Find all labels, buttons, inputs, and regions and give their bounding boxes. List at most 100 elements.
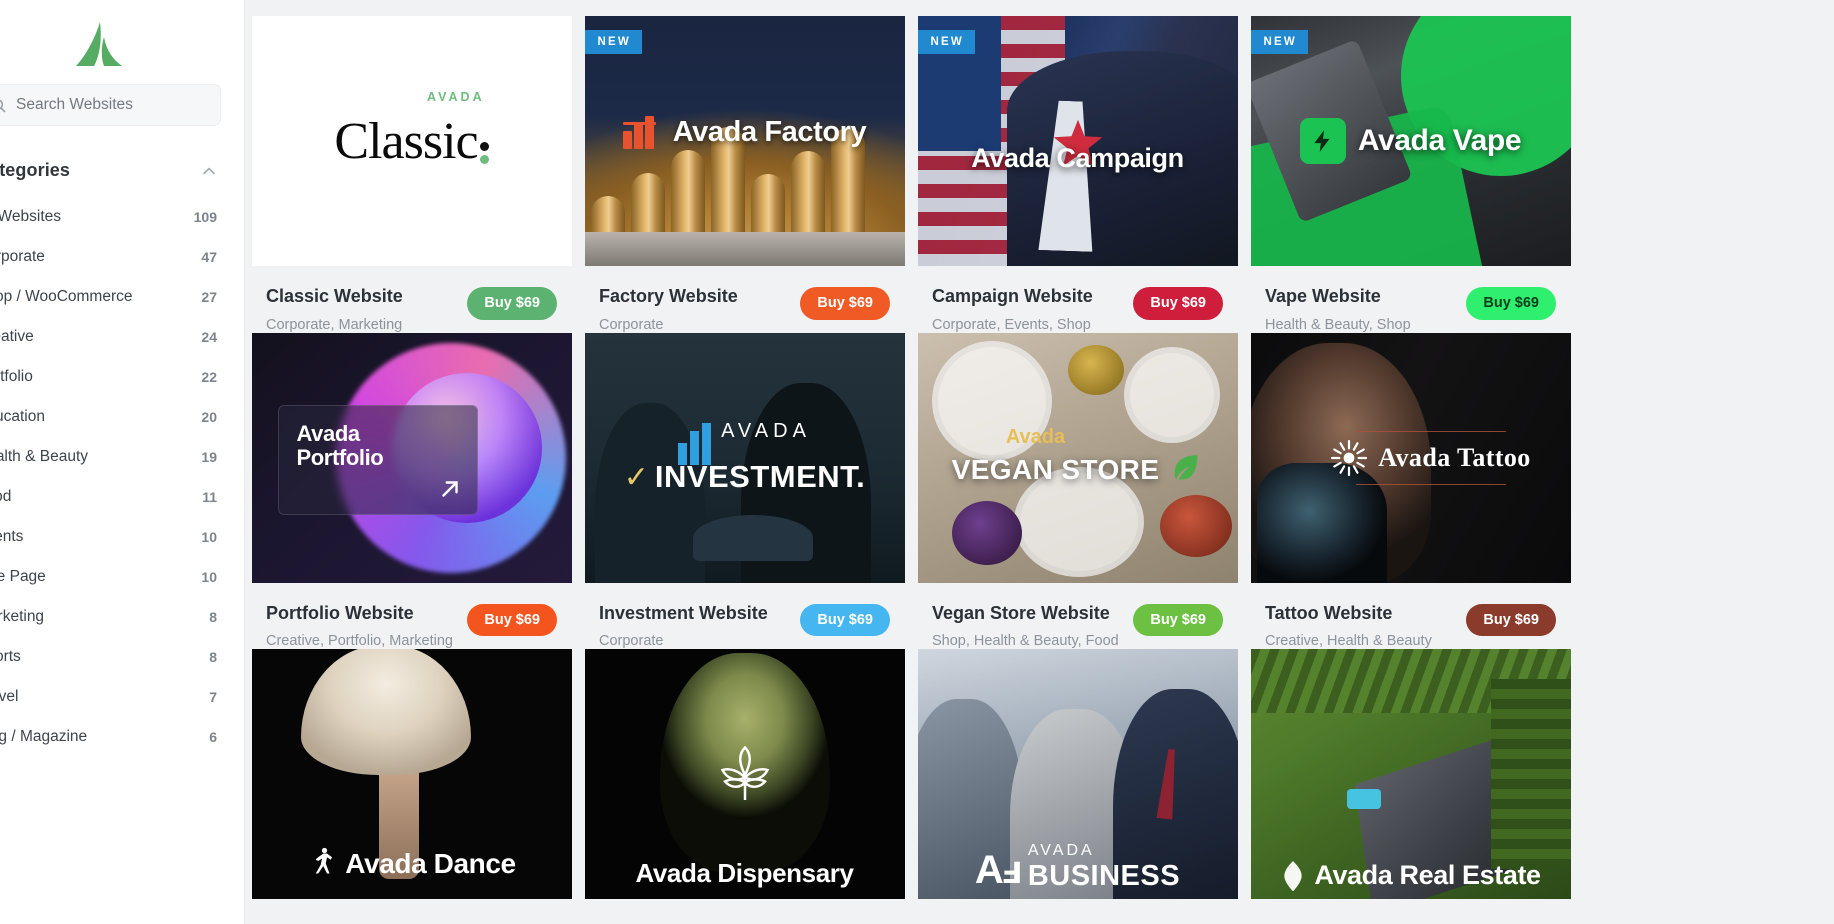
new-badge: NEW xyxy=(917,30,975,54)
demo-card-title[interactable]: Portfolio Website xyxy=(266,603,453,625)
avada-real-estate-thumbnail[interactable]: Avada Real Estate xyxy=(1250,649,1571,900)
buy-button[interactable]: Buy $69 xyxy=(800,603,890,637)
demo-card[interactable]: Avada Campaign NEW Campaign Website Corpor… xyxy=(912,16,1243,333)
category-item[interactable]: Events 10 xyxy=(0,517,221,557)
new-badge: NEW xyxy=(584,30,642,54)
category-item[interactable]: Travel 7 xyxy=(0,677,221,717)
demo-card-meta: Campaign Website Corporate, Events, Shop B… xyxy=(912,266,1243,333)
category-count: 19 xyxy=(201,449,217,465)
avada-vegan-store-thumbnail[interactable]: Avada VEGAN STORE xyxy=(917,332,1238,583)
demo-card-title[interactable]: Tattoo Website xyxy=(1265,603,1432,625)
demo-card[interactable]: Aⅎ AVADA BUSINESS xyxy=(912,649,1243,900)
brand-logo[interactable] xyxy=(0,0,221,76)
category-label: One Page xyxy=(0,568,46,585)
category-count: 20 xyxy=(201,409,217,425)
category-item[interactable]: Shop / WooCommerce 27 xyxy=(0,277,221,317)
buy-button[interactable]: Buy $69 xyxy=(1133,603,1223,637)
search-box[interactable] xyxy=(0,84,221,126)
category-label: Creative xyxy=(0,328,34,345)
buy-button[interactable]: Buy $69 xyxy=(1133,287,1223,320)
category-item[interactable]: Health & Beauty 19 xyxy=(0,437,221,477)
category-label: Shop / WooCommerce xyxy=(0,288,133,305)
buy-button[interactable]: Buy $69 xyxy=(467,287,557,320)
buy-button[interactable]: Buy $69 xyxy=(467,603,557,637)
avada-dispensary-thumbnail[interactable]: Avada Dispensary xyxy=(584,649,905,900)
demo-card-title[interactable]: Vape Website xyxy=(1265,286,1411,308)
sidebar: Categories All Websites 109 Corporate 47 Sho… xyxy=(0,0,245,924)
demo-card-text: Vegan Store Website Shop, Health & Beauty… xyxy=(932,603,1119,650)
demo-card-meta: Portfolio Website Creative, Portfolio, Ma… xyxy=(246,583,577,650)
category-item[interactable]: Sports 8 xyxy=(0,637,221,677)
categories-title: Categories xyxy=(0,160,71,180)
avada-business-thumbnail[interactable]: Aⅎ AVADA BUSINESS xyxy=(917,649,1238,900)
demo-card[interactable]: AVADA Classic Classic Website Corporate, … xyxy=(246,16,577,333)
category-item[interactable]: Education 20 xyxy=(0,397,221,437)
house-pin-icon xyxy=(1280,860,1306,892)
categories-header[interactable]: Categories xyxy=(0,160,221,181)
demo-card-categories: Creative, Health & Beauty xyxy=(1265,633,1432,650)
avada-classic-thumbnail[interactable]: AVADA Classic xyxy=(251,16,572,266)
avada-vape-thumbnail[interactable]: Avada Vape NEW xyxy=(1250,16,1571,266)
category-count: 10 xyxy=(201,529,217,545)
category-item[interactable]: Corporate 47 xyxy=(0,237,221,277)
demo-card[interactable]: Avada Factory NEW Factory Website Corporat… xyxy=(579,16,910,333)
category-item[interactable]: One Page 10 xyxy=(0,557,221,597)
category-item[interactable]: Food 11 xyxy=(0,477,221,517)
leaf-icon xyxy=(1169,451,1203,490)
demo-card-categories: Creative, Portfolio, Marketing xyxy=(266,633,453,650)
demo-card-title[interactable]: Vegan Store Website xyxy=(932,603,1119,625)
demo-card-title[interactable]: Investment Website xyxy=(599,603,768,625)
demo-card-title[interactable]: Factory Website xyxy=(599,286,738,308)
avada-campaign-thumbnail[interactable]: Avada Campaign NEW xyxy=(917,16,1238,266)
buy-button[interactable]: Buy $69 xyxy=(800,287,890,320)
buy-button[interactable]: Buy $69 xyxy=(1466,603,1556,637)
category-label: Events xyxy=(0,528,24,545)
category-label: Travel xyxy=(0,688,19,705)
search-icon xyxy=(0,98,6,113)
category-item[interactable]: Portfolio 22 xyxy=(0,357,221,397)
demo-card-text: Campaign Website Corporate, Events, Shop xyxy=(932,286,1093,333)
demo-card[interactable]: AVADA ✓ INVESTMENT. Investment Website Co… xyxy=(579,332,910,650)
avada-dance-thumbnail[interactable]: Avada Dance xyxy=(251,649,572,900)
demo-card[interactable]: Avada Dispensary xyxy=(579,649,910,900)
demo-card[interactable]: Avada Tattoo Tattoo Website Creative, Hea… xyxy=(1245,332,1576,650)
category-count: 8 xyxy=(209,609,217,625)
demo-card-text: Tattoo Website Creative, Health & Beauty xyxy=(1265,603,1432,650)
buy-button[interactable]: Buy $69 xyxy=(1466,287,1556,320)
demo-card-grid: AVADA Classic Classic Website Corporate, … xyxy=(245,16,1834,900)
category-count: 7 xyxy=(209,689,217,705)
avada-investment-thumbnail[interactable]: AVADA ✓ INVESTMENT. xyxy=(584,332,905,583)
chevron-up-icon[interactable] xyxy=(201,163,217,179)
category-item[interactable]: All Websites 109 xyxy=(0,197,221,237)
category-count: 10 xyxy=(201,569,217,585)
category-item[interactable]: Blog / Magazine 6 xyxy=(0,717,221,757)
category-count: 109 xyxy=(193,209,217,225)
demo-card[interactable]: Avada VEGAN STORE Vegan Store Website Sho… xyxy=(912,332,1243,650)
demo-card[interactable]: Avada Real Estate xyxy=(1245,649,1576,900)
category-item[interactable]: Creative 24 xyxy=(0,317,221,357)
category-label: Marketing xyxy=(0,608,45,625)
avada-factory-thumbnail[interactable]: Avada Factory NEW xyxy=(584,16,905,266)
category-label: Corporate xyxy=(0,248,45,265)
demo-card-title[interactable]: Classic Website xyxy=(266,286,403,308)
bolt-icon xyxy=(1299,118,1346,164)
demo-card-title[interactable]: Campaign Website xyxy=(932,286,1093,308)
demo-card-meta: Factory Website Corporate Buy $69 xyxy=(579,266,910,333)
demo-card-text: Portfolio Website Creative, Portfolio, Ma… xyxy=(266,603,453,650)
demo-gallery-page: Categories All Websites 109 Corporate 47 Sho… xyxy=(0,0,1834,924)
dancer-icon xyxy=(307,846,337,881)
avada-portfolio-thumbnail[interactable]: Avada Portfolio xyxy=(251,332,572,583)
avada-tattoo-thumbnail[interactable]: Avada Tattoo xyxy=(1250,332,1571,583)
ab-monogram-icon: Aⅎ xyxy=(974,848,1022,893)
demo-card[interactable]: Avada Portfolio Portfolio Website Creative… xyxy=(246,332,577,650)
demo-card-categories: Corporate xyxy=(599,633,664,650)
search-input[interactable] xyxy=(16,96,206,114)
main-content: AVADA Classic Classic Website Corporate, … xyxy=(245,0,1834,924)
demo-card[interactable]: Avada Dance xyxy=(246,649,577,900)
category-item[interactable]: Marketing 8 xyxy=(0,597,221,637)
demo-card-text: Vape Website Health & Beauty, Shop xyxy=(1265,286,1411,333)
demo-card-text: Classic Website Corporate, Marketing xyxy=(266,286,403,333)
demo-card-categories: Corporate xyxy=(599,316,664,333)
demo-card-meta: Tattoo Website Creative, Health & Beauty B… xyxy=(1245,583,1576,650)
demo-card[interactable]: Avada Vape NEW Vape Website Health & Beaut… xyxy=(1245,16,1576,333)
